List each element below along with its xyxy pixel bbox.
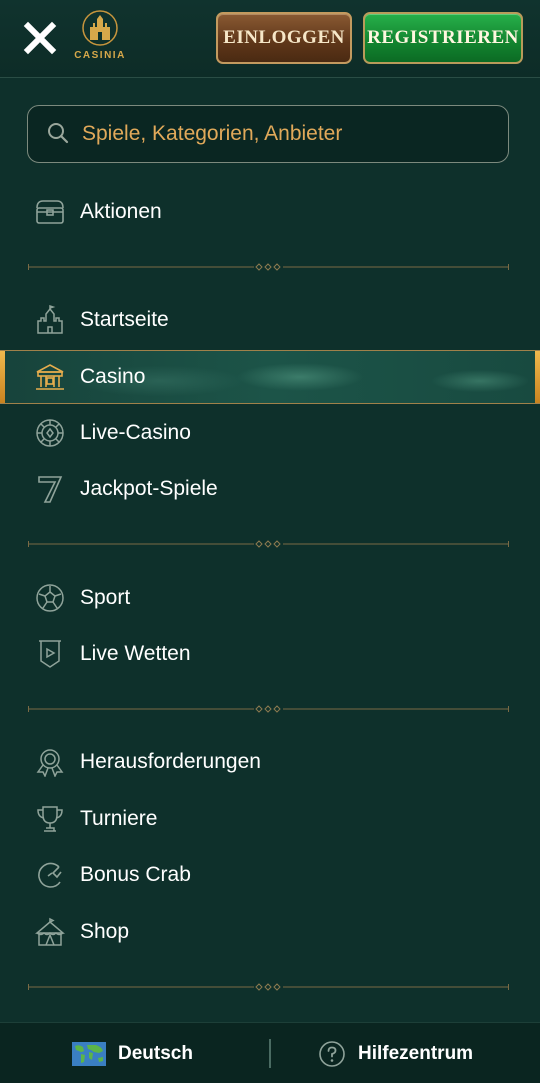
- menu-item-live-casino[interactable]: Live-Casino: [0, 406, 540, 460]
- section-divider: [28, 540, 509, 548]
- menu-item-label: Bonus Crab: [80, 863, 191, 886]
- language-label: Deutsch: [118, 1042, 193, 1064]
- menu-item-bonus-crab[interactable]: Bonus Crab: [0, 848, 540, 902]
- menu-item-sport[interactable]: Sport: [0, 571, 540, 625]
- menu-item-live-bets[interactable]: Live Wetten: [0, 627, 540, 681]
- menu-item-label: Turniere: [80, 807, 158, 830]
- menu-item-label: Herausforderungen: [80, 750, 261, 773]
- search-input[interactable]: [82, 122, 482, 146]
- menu-item-label: Shop: [80, 920, 130, 943]
- treasure-chest-icon: [34, 196, 66, 228]
- menu-item-label: Live-Casino: [80, 421, 191, 444]
- help-icon: [319, 1040, 345, 1067]
- castle-logo-icon: [82, 10, 118, 46]
- language-selector[interactable]: Deutsch: [72, 1023, 193, 1083]
- trophy-icon: [34, 803, 66, 835]
- menu-item-tournaments[interactable]: Turniere: [0, 792, 540, 846]
- logo-text: CASINIA: [74, 50, 126, 61]
- menu-item-label: Startseite: [80, 308, 169, 331]
- menu-item-jackpot[interactable]: Jackpot-Spiele: [0, 462, 540, 516]
- seven-icon: [34, 473, 66, 505]
- menu-item-label: Casino: [80, 365, 146, 388]
- casino-building-icon: [34, 361, 66, 393]
- menu-item-label: Jackpot-Spiele: [80, 477, 218, 500]
- search-box[interactable]: [27, 105, 509, 163]
- menu-item-casino[interactable]: Casino: [0, 350, 540, 404]
- footer-divider: [269, 1039, 271, 1068]
- footer-bar: Deutsch Hilfezentrum: [0, 1022, 540, 1083]
- banner-play-icon: [34, 638, 66, 670]
- menu-item-label: Sport: [80, 586, 131, 609]
- menu-item-home[interactable]: Startseite: [0, 293, 540, 347]
- tent-icon: [34, 916, 66, 948]
- award-ribbon-icon: [34, 746, 66, 778]
- help-label: Hilfezentrum: [358, 1042, 474, 1064]
- football-icon: [34, 582, 66, 614]
- menu-item-shop[interactable]: Shop: [0, 905, 540, 959]
- login-button[interactable]: EINLOGGEN: [216, 12, 352, 64]
- menu-item-challenges[interactable]: Herausforderungen: [0, 735, 540, 789]
- close-menu-button[interactable]: [20, 18, 60, 58]
- casinia-logo[interactable]: CASINIA: [72, 10, 128, 66]
- chip-icon: [34, 417, 66, 449]
- menu-item-label: Live Wetten: [80, 642, 191, 665]
- register-button[interactable]: REGISTRIEREN: [363, 12, 523, 64]
- menu-item-promotions[interactable]: Aktionen: [0, 185, 540, 239]
- world-map-icon: [72, 1041, 106, 1066]
- top-bar: CASINIA EINLOGGEN REGISTRIEREN: [0, 0, 540, 78]
- close-icon: [23, 21, 57, 55]
- search-icon: [46, 121, 72, 147]
- section-divider: [28, 263, 509, 271]
- castle-icon: [34, 304, 66, 336]
- section-divider: [28, 983, 509, 991]
- menu-item-label: Aktionen: [80, 200, 162, 223]
- help-center-link[interactable]: Hilfezentrum: [318, 1023, 473, 1083]
- claw-icon: [34, 859, 66, 891]
- section-divider: [28, 705, 509, 713]
